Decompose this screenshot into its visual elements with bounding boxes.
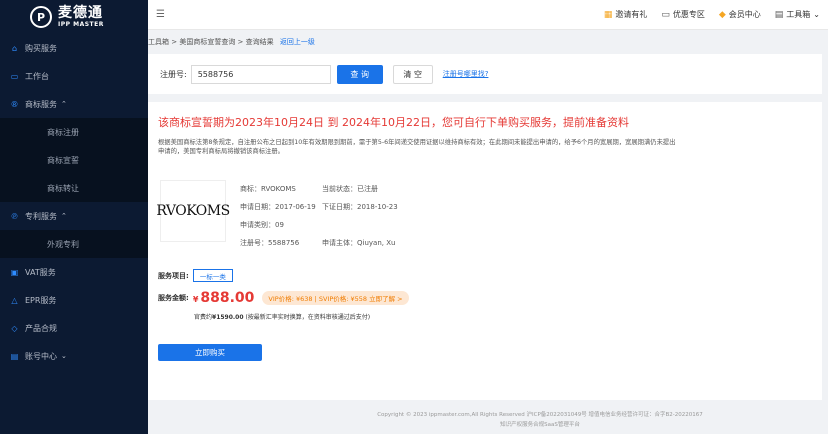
top-header: ☰ ▦ 邀请有礼 ▭ 优惠专区 ◆ 会员中心 ▤ 工具箱 ⌄ bbox=[148, 0, 828, 30]
logo-mark-icon: P bbox=[30, 6, 52, 28]
tm-apply-date: 申请日期：2017-06-19 bbox=[240, 203, 316, 211]
sidebar-item-trademark[interactable]: ® 商标服务 ⌃ bbox=[0, 90, 148, 118]
sidebar-item-workbench[interactable]: ▭ 工作台 bbox=[0, 62, 148, 90]
diamond-icon: ◆ bbox=[718, 9, 726, 20]
chevron-down-icon: ⌄ bbox=[813, 10, 820, 19]
footer-platform: 知识产权服务合规SaaS管理平台 bbox=[500, 422, 580, 428]
footer: Copyright © 2023 ippmaster.com,All Right… bbox=[148, 410, 822, 430]
sidebar-item-buy-service[interactable]: ⌂ 购买服务 bbox=[0, 34, 148, 62]
sidebar-subitem-tm-register[interactable]: 商标注册 bbox=[0, 118, 148, 146]
service-label: 服务项目: bbox=[158, 271, 189, 280]
query-button[interactable]: 查 询 bbox=[336, 64, 383, 84]
trademark-info: RVOKOMS 商标：RVOKOMS 当前状态：已注册 申请日期：2017-06… bbox=[156, 180, 398, 252]
toolbox-icon: ▤ bbox=[774, 9, 784, 20]
reg-no-label: 注册号: bbox=[160, 69, 187, 79]
patent-icon: ℗ bbox=[10, 211, 19, 221]
vip-price-badge[interactable]: VIP价格: ¥638 | SVIP价格: ¥558 立即了解 > bbox=[262, 291, 409, 305]
chevron-down-icon: ⌄ bbox=[61, 352, 67, 360]
chevron-up-icon: ⌃ bbox=[61, 212, 67, 220]
shield-icon: ◇ bbox=[11, 323, 18, 333]
header-link-invite[interactable]: ▦ 邀请有礼 bbox=[604, 9, 648, 20]
menu-toggle-icon[interactable]: ☰ bbox=[156, 9, 168, 20]
tm-reg-no: 注册号：5588756 bbox=[240, 239, 300, 247]
price-row: 服务金额: ¥ 888.00 VIP价格: ¥638 | SVIP价格: ¥55… bbox=[158, 290, 409, 306]
trademark-icon: ® bbox=[10, 99, 19, 109]
result-description: 根据美国商标法第8条规定，自注册公布之日起到10年有效期限到期前，需于第5-6年… bbox=[158, 139, 676, 155]
gift-icon: ▦ bbox=[603, 9, 613, 20]
vat-icon: ▣ bbox=[10, 267, 19, 277]
tm-reg-date: 下证日期：2018-10-23 bbox=[322, 203, 398, 211]
logo-name: 麦德通 bbox=[58, 5, 103, 21]
tm-status: 当前状态：已注册 bbox=[322, 185, 378, 193]
reg-no-help-link[interactable]: 注册号哪里找? bbox=[443, 69, 489, 79]
cart-icon: ⌂ bbox=[11, 43, 18, 53]
sidebar-item-account[interactable]: ▤ 账号中心 ⌄ bbox=[0, 342, 148, 370]
tm-class: 申请类别：09 bbox=[240, 221, 284, 229]
sidebar-subitem-design-patent[interactable]: 外观专利 bbox=[0, 230, 148, 258]
sidebar-item-compliance[interactable]: ◇ 产品合规 bbox=[0, 314, 148, 342]
tm-owner: 申请主体：Qiuyan, Xu bbox=[322, 239, 396, 247]
reg-no-input[interactable]: 5588756 bbox=[190, 64, 331, 84]
logo[interactable]: P 麦德通 IPP MASTER bbox=[0, 0, 148, 34]
footer-copyright: Copyright © 2023 ippmaster.com,All Right… bbox=[377, 412, 703, 418]
sidebar-item-patent[interactable]: ℗ 专利服务 ⌃ bbox=[0, 202, 148, 230]
sidebar: P 麦德通 IPP MASTER ⌂ 购买服务 ▭ 工作台 ® 商标服务 ⌃ 商… bbox=[0, 0, 148, 434]
price-label: 服务金额: bbox=[158, 294, 189, 302]
sidebar-item-vat[interactable]: ▣ VAT服务 bbox=[0, 258, 148, 286]
back-link[interactable]: 返回上一级 bbox=[280, 38, 315, 46]
service-option-one-class[interactable]: 一标一类 bbox=[192, 269, 233, 282]
logo-tagline: IPP MASTER bbox=[58, 21, 104, 28]
buy-now-button[interactable]: 立即购买 bbox=[158, 344, 262, 361]
official-fee: 官费约¥1590.00 (按最新汇率实时换算，在资料审核通过后支付) bbox=[194, 314, 371, 321]
account-icon: ▤ bbox=[10, 351, 19, 361]
result-card: 该商标宣誓期为2023年10月24日 到 2024年10月22日，您可自行下单购… bbox=[148, 102, 822, 400]
main-content: 工具箱 > 美国商标宣誓查询 > 查询结果 返回上一级 注册号: 5588756… bbox=[148, 30, 828, 434]
search-bar: 注册号: 5588756 查 询 清 空 注册号哪里找? bbox=[148, 54, 822, 94]
price-value: ¥ 888.00 bbox=[192, 290, 255, 306]
header-link-toolbox[interactable]: ▤ 工具箱 ⌄ bbox=[775, 9, 820, 20]
header-link-member[interactable]: ◆ 会员中心 bbox=[719, 9, 761, 20]
tm-name: 商标：RVOKOMS bbox=[240, 185, 296, 193]
breadcrumb: 工具箱 > 美国商标宣誓查询 > 查询结果 返回上一级 bbox=[148, 37, 315, 47]
sidebar-subitem-tm-transfer[interactable]: 商标转让 bbox=[0, 174, 148, 202]
clear-button[interactable]: 清 空 bbox=[392, 64, 433, 84]
coupon-icon: ▭ bbox=[661, 9, 670, 20]
desktop-icon: ▭ bbox=[10, 71, 19, 81]
service-row: 服务项目: 一标一类 bbox=[158, 269, 233, 282]
chevron-up-icon: ⌃ bbox=[61, 100, 67, 108]
trademark-logo: RVOKOMS bbox=[156, 180, 230, 242]
epr-icon: △ bbox=[11, 295, 18, 305]
sidebar-item-epr[interactable]: △ EPR服务 bbox=[0, 286, 148, 314]
header-link-coupons[interactable]: ▭ 优惠专区 bbox=[661, 9, 705, 20]
sidebar-subitem-tm-declaration[interactable]: 商标宣誓 bbox=[0, 146, 148, 174]
result-title: 该商标宣誓期为2023年10月24日 到 2024年10月22日，您可自行下单购… bbox=[158, 116, 629, 129]
breadcrumb-path: 工具箱 > 美国商标宣誓查询 > 查询结果 bbox=[148, 38, 274, 46]
